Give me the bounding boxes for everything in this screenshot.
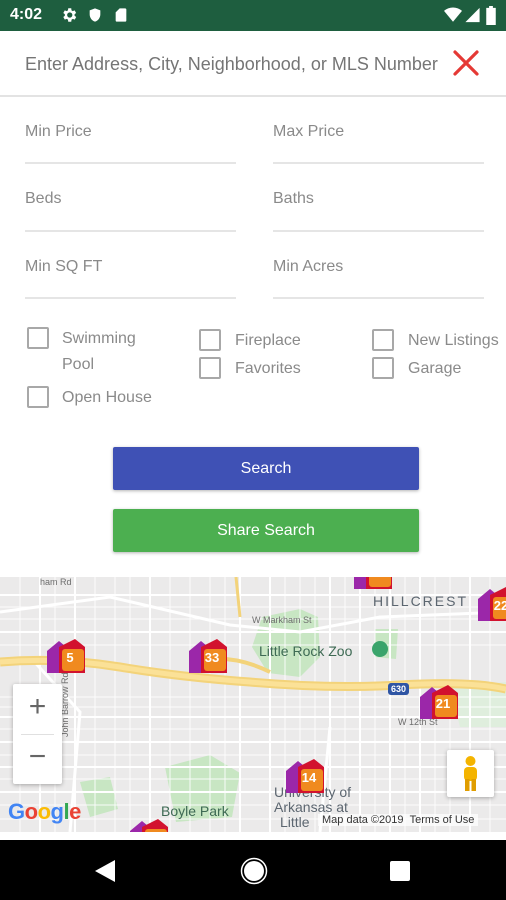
listing-cluster-partial[interactable] <box>352 577 394 591</box>
listing-cluster[interactable]: 5 <box>45 637 87 675</box>
zoom-out-button[interactable]: − <box>13 734 62 784</box>
cluster-count: 33 <box>204 650 220 665</box>
battery-icon <box>486 6 496 25</box>
listing-cluster[interactable]: 21 <box>418 683 460 721</box>
max-price-label: Max Price <box>273 123 345 140</box>
house-cluster-icon <box>130 819 168 832</box>
sd-card-icon <box>115 8 127 22</box>
pegman-icon <box>464 756 477 791</box>
street-view-button[interactable] <box>447 750 494 797</box>
listing-cluster[interactable]: 22 <box>476 585 506 623</box>
cellular-icon <box>465 7 480 23</box>
home-circle-icon[interactable] <box>240 857 268 885</box>
map-data-text: Map data ©2019 <box>322 814 404 826</box>
navigation-bar <box>0 840 506 900</box>
cluster-count: 22 <box>493 598 506 613</box>
swimming-pool-label-line1: Swimming <box>62 330 136 347</box>
map-label-boyle-park: Boyle Park <box>161 803 229 819</box>
swimming-pool-checkbox[interactable] <box>27 327 49 349</box>
fireplace-checkbox[interactable] <box>199 329 221 351</box>
recents-square-icon[interactable] <box>386 857 414 885</box>
google-logo: Google <box>8 799 81 824</box>
search-input[interactable] <box>25 51 450 77</box>
zoom-controls: + − <box>13 684 62 784</box>
share-search-button[interactable]: Share Search <box>113 509 419 552</box>
street-ham-rd: ham Rd <box>40 577 72 587</box>
listing-cluster[interactable]: 14 <box>284 757 326 795</box>
back-triangle-icon[interactable] <box>91 857 119 885</box>
search-button[interactable]: Search <box>113 447 419 490</box>
search-bar <box>0 31 506 97</box>
map-label-hillcrest: HILLCREST <box>373 593 469 609</box>
baths-field[interactable]: Baths <box>273 190 484 232</box>
shield-icon <box>89 8 101 22</box>
house-cluster-icon <box>354 577 392 589</box>
swimming-pool-label-line2: Pool <box>62 356 95 373</box>
status-time: 4:02 <box>10 6 43 23</box>
beds-field[interactable]: Beds <box>25 190 236 232</box>
gear-icon <box>63 8 77 22</box>
listing-cluster[interactable]: 33 <box>187 637 229 675</box>
highway-shield-630: 630 <box>388 683 410 695</box>
min-sqft-field[interactable]: Min SQ FT <box>25 258 236 299</box>
open-house-checkbox[interactable] <box>27 386 49 408</box>
street-w-markham: W Markham St <box>252 615 312 625</box>
min-acres-label: Min Acres <box>273 258 344 275</box>
baths-label: Baths <box>273 190 314 207</box>
max-price-field[interactable]: Max Price <box>273 123 484 164</box>
garage-checkbox[interactable] <box>372 357 394 379</box>
beds-label: Beds <box>25 190 62 207</box>
listing-cluster-partial[interactable] <box>128 817 170 832</box>
favorites-checkbox[interactable] <box>199 357 221 379</box>
wifi-icon <box>444 7 462 22</box>
close-icon[interactable] <box>452 49 480 77</box>
garage-label: Garage <box>408 360 462 377</box>
min-price-field[interactable]: Min Price <box>25 123 236 164</box>
map-label-university-2: Arkansas at <box>274 799 348 815</box>
open-house-label: Open House <box>62 389 152 406</box>
new-listings-checkbox[interactable] <box>372 329 394 351</box>
favorites-label: Favorites <box>235 360 301 377</box>
cluster-count: 5 <box>66 650 74 665</box>
cluster-count: 14 <box>301 770 317 785</box>
min-sqft-label: Min SQ FT <box>25 258 103 275</box>
min-price-label: Min Price <box>25 123 92 140</box>
cluster-count: 21 <box>435 696 451 711</box>
zoom-in-button[interactable]: + <box>13 684 62 734</box>
min-acres-field[interactable]: Min Acres <box>273 258 484 299</box>
terms-of-use-link[interactable]: Terms of Use <box>410 814 475 826</box>
status-bar: 4:02 <box>0 0 506 31</box>
map-label-university-3: Little <box>280 814 310 830</box>
map-label-little-rock-zoo: Little Rock Zoo <box>259 643 353 659</box>
fireplace-label: Fireplace <box>235 332 301 349</box>
map-attribution: Map data ©2019 Terms of Use <box>318 814 479 826</box>
map-view[interactable]: ham Rd W Markham St W 12th St John Barro… <box>0 577 506 832</box>
new-listings-label: New Listings <box>408 332 499 349</box>
